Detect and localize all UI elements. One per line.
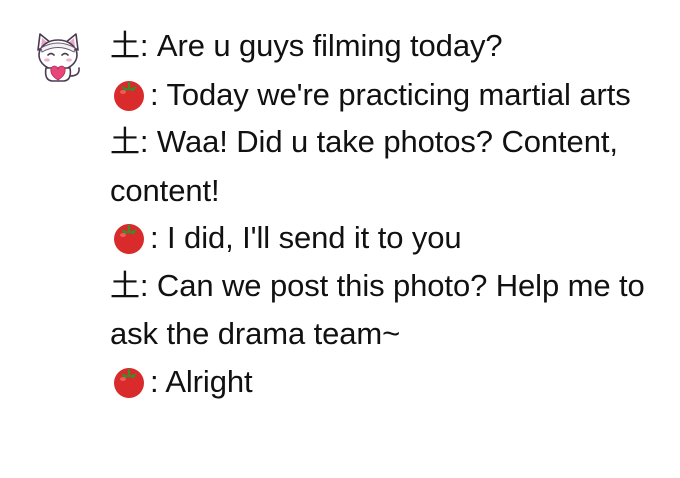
message-line: : I did, I'll send it to you [110,214,650,262]
tomato-icon [114,80,144,111]
message-text: : Can we post this photo? Help me to ask… [110,267,654,352]
message-line: : Alright [110,358,650,406]
message-line: 土: Are u guys filming today? [110,22,650,71]
message-line: 土: Waa! Did u take photos? Content, cont… [110,118,650,214]
cat-avatar-icon [37,33,80,82]
message-line: : Today we're practicing martial arts [110,71,650,119]
speaker-name: 土 [110,125,140,160]
message-line: 土: Can we post this photo? Help me to as… [110,262,650,358]
message-text: : Alright [150,363,253,399]
chat-transcript: 土: Are u guys filming today? : Today we'… [110,22,650,405]
speaker-name: 土 [110,29,140,64]
tomato-icon [114,224,144,254]
message-text: : Today we're practicing martial arts [150,76,631,112]
message-text: : Waa! Did u take photos? Content, conte… [110,124,627,208]
tomato-icon [114,367,144,398]
message-text: : I did, I'll send it to you [150,220,462,255]
speaker-name: 土 [110,268,140,304]
message-text: : Are u guys filming today? [139,28,503,63]
